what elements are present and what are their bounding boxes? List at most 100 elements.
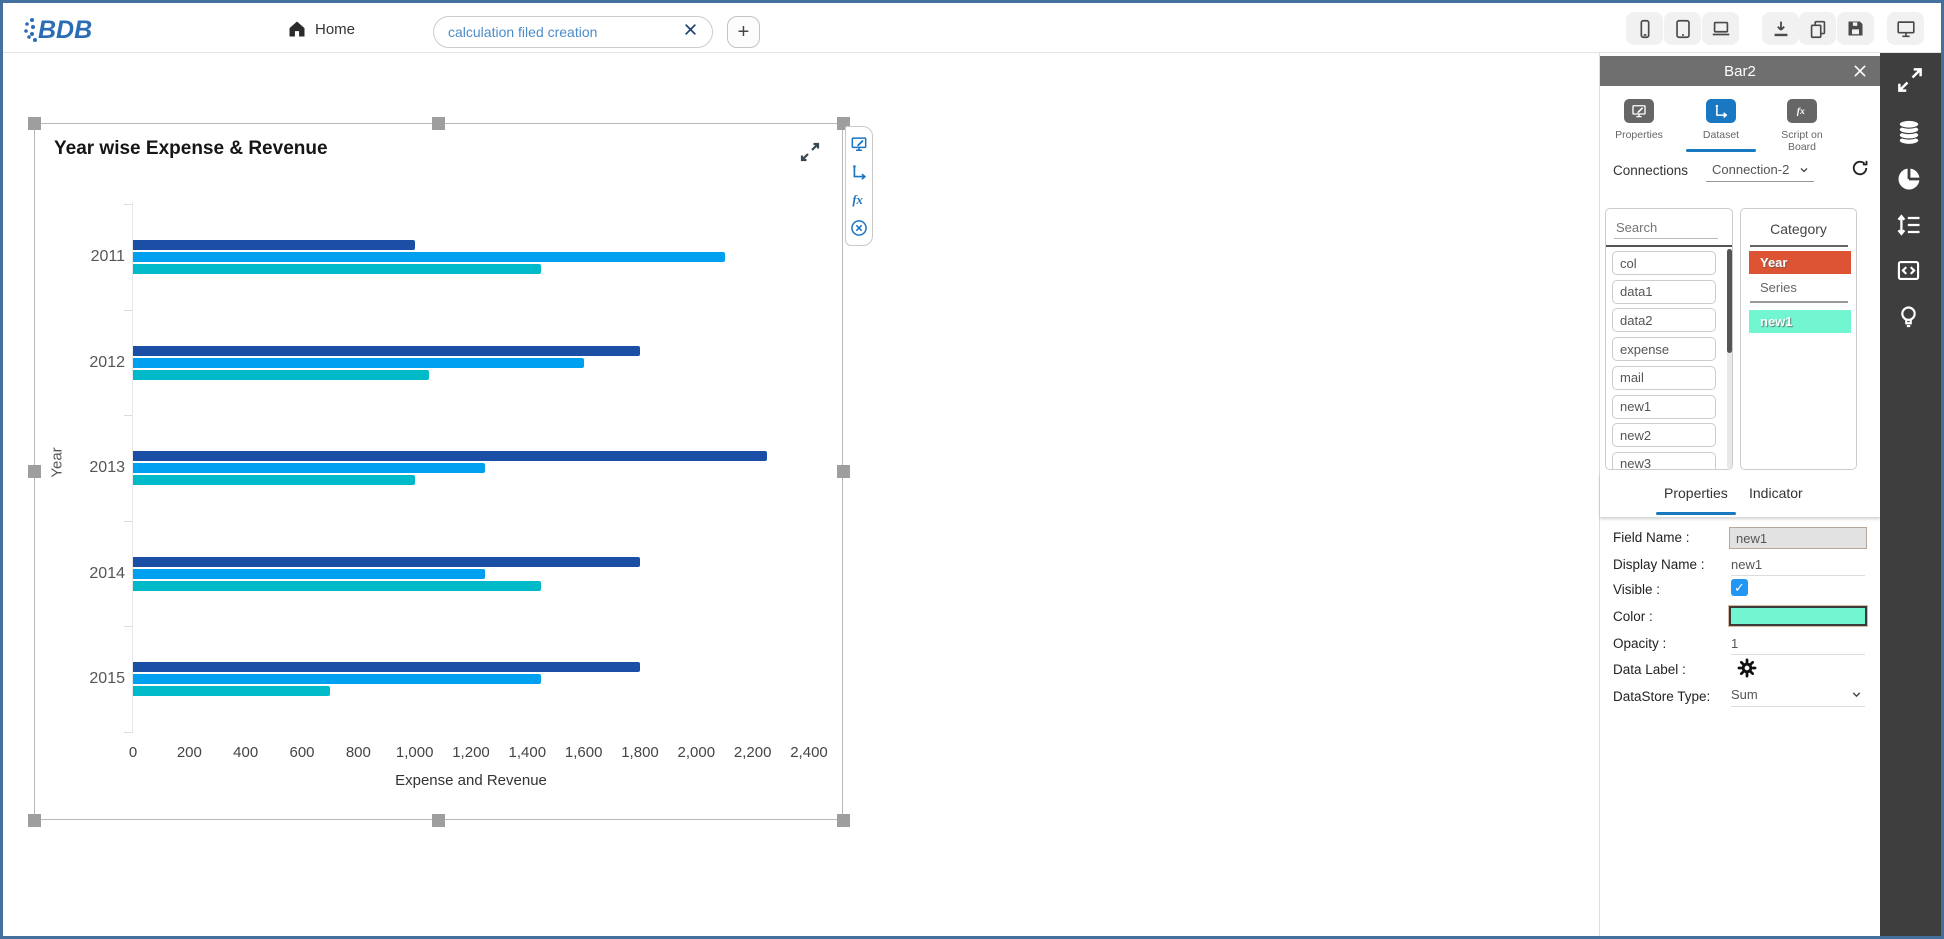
field-name-input[interactable]: new1: [1729, 527, 1867, 549]
new-tab-button[interactable]: +: [727, 16, 760, 48]
field-item-new3[interactable]: new3: [1612, 451, 1716, 469]
bar-series-light-blue-2012[interactable]: [133, 357, 584, 368]
resize-handle[interactable]: [837, 814, 850, 827]
dataset-tab-label: Dataset: [1702, 129, 1740, 141]
save-icon[interactable]: [1837, 12, 1874, 45]
panel-close-icon[interactable]: [1852, 63, 1870, 81]
resize-handle[interactable]: [432, 117, 445, 130]
expand-chart-icon[interactable]: [798, 140, 824, 166]
home-label[interactable]: Home: [315, 21, 355, 38]
y-tick-mark: [124, 309, 132, 311]
monitor-icon[interactable]: [1887, 12, 1924, 45]
dashboard-canvas: Year wise Expense & Revenue Year Expense…: [3, 53, 1599, 936]
resize-handle[interactable]: [28, 117, 41, 130]
resize-handle[interactable]: [28, 814, 41, 827]
bar-series-light-blue-2014[interactable]: [133, 568, 486, 579]
y-tick-label-2014: 2014: [89, 564, 125, 582]
chart-remove-icon[interactable]: [847, 215, 871, 240]
scrollbar: [1727, 249, 1732, 469]
field-item-expense[interactable]: expense: [1612, 337, 1716, 362]
field-item-col[interactable]: col: [1612, 251, 1716, 275]
display-name-label: Display Name :: [1613, 557, 1705, 572]
chart-title: Year wise Expense & Revenue: [54, 138, 328, 159]
subtab-properties[interactable]: Properties: [1664, 485, 1728, 501]
search-input[interactable]: [1614, 217, 1718, 239]
tablet-icon[interactable]: [1664, 12, 1701, 45]
chart-toolbar: fx: [845, 126, 873, 246]
datastore-type-select[interactable]: Sum: [1731, 687, 1865, 707]
datastore-type-label: DataStore Type:: [1613, 689, 1711, 704]
bar-series-dark-blue-2015[interactable]: [133, 662, 640, 672]
fields-box: col data1 data2 expense mail new1 new2 new3: [1605, 208, 1733, 470]
visible-checkbox[interactable]: ✓: [1731, 579, 1748, 596]
chart-script-icon[interactable]: fx: [847, 187, 871, 212]
bar-series-dark-blue-2014[interactable]: [133, 556, 640, 567]
resize-handle[interactable]: [837, 465, 850, 478]
home-icon[interactable]: [287, 19, 307, 44]
code-box-icon[interactable]: [1895, 257, 1925, 287]
series-chip[interactable]: new1: [1749, 310, 1851, 333]
resize-handle[interactable]: [432, 814, 445, 827]
download-icon[interactable]: [1762, 12, 1799, 45]
properties-tab-label: Properties: [1615, 129, 1663, 141]
line-spacing-icon[interactable]: [1895, 211, 1925, 241]
expand-arrows-icon[interactable]: [1895, 65, 1925, 95]
script-tab-label: Script on Board: [1781, 129, 1823, 153]
scrollbar-thumb[interactable]: [1727, 249, 1732, 353]
field-item-data2[interactable]: data2: [1612, 308, 1716, 333]
bar-series-dark-blue-2012[interactable]: [133, 345, 640, 356]
bar-series-light-blue-2013[interactable]: [133, 463, 486, 473]
y-tick-label-2012: 2012: [89, 353, 125, 371]
bar-series-teal-2011[interactable]: [133, 264, 542, 274]
pie-chart-icon[interactable]: [1895, 165, 1925, 195]
field-item-data1[interactable]: data1: [1612, 279, 1716, 304]
connection-select[interactable]: Connection-2: [1706, 160, 1814, 182]
bar-series-light-blue-2015[interactable]: [133, 674, 542, 684]
datastore-type-value: Sum: [1731, 687, 1758, 702]
field-item-new1[interactable]: new1: [1612, 394, 1716, 419]
refresh-icon[interactable]: [1850, 158, 1872, 180]
bar-series-teal-2013[interactable]: [133, 475, 415, 485]
laptop-icon[interactable]: [1702, 12, 1739, 45]
bar-series-dark-blue-2011[interactable]: [133, 240, 415, 250]
bdb-logo[interactable]: BDB: [23, 10, 99, 51]
bar-series-dark-blue-2013[interactable]: [133, 451, 767, 461]
tab-dataset[interactable]: Dataset: [1686, 99, 1756, 141]
field-name-label: Field Name :: [1613, 530, 1690, 545]
document-tab[interactable]: calculation filed creation: [433, 16, 713, 48]
data-label-settings-gear-icon[interactable]: [1736, 657, 1758, 679]
tab-properties[interactable]: Properties: [1604, 99, 1674, 141]
idea-bulb-icon[interactable]: [1895, 303, 1925, 333]
category-chip[interactable]: Year: [1749, 251, 1851, 274]
resize-handle[interactable]: [28, 465, 41, 478]
y-tick-mark: [124, 415, 132, 417]
chart-properties-icon[interactable]: [847, 131, 871, 156]
color-swatch[interactable]: [1728, 605, 1868, 627]
bar-series-light-blue-2011[interactable]: [133, 252, 725, 262]
y-tick-label-2015: 2015: [89, 670, 125, 687]
bar-chart-widget[interactable]: Year wise Expense & Revenue Year Expense…: [34, 123, 843, 820]
tab-script-on-board[interactable]: fx Script on Board: [1767, 99, 1837, 153]
bar-series-teal-2012[interactable]: [133, 369, 429, 380]
field-item-new2[interactable]: new2: [1612, 423, 1716, 448]
connections-label: Connections: [1613, 163, 1689, 178]
x-axis-title: Expense and Revenue: [395, 772, 547, 789]
close-tab-icon[interactable]: [683, 22, 698, 42]
smartphone-icon[interactable]: [1626, 12, 1663, 45]
x-tick-label-2,400: 2,400: [790, 744, 828, 761]
datastore-icon[interactable]: [1895, 118, 1925, 148]
bar-series-teal-2014[interactable]: [133, 580, 542, 591]
subtab-underline: [1656, 512, 1736, 515]
field-item-mail[interactable]: mail: [1612, 365, 1716, 390]
y-tick-mark: [124, 626, 132, 628]
opacity-input[interactable]: 1: [1731, 636, 1865, 655]
svg-text:fx: fx: [852, 193, 862, 207]
bar-series-teal-2015[interactable]: [133, 686, 331, 696]
copy-icon[interactable]: [1799, 12, 1836, 45]
component-panel: Bar2 Properties Dataset fx Script on Boa…: [1600, 53, 1880, 936]
subtab-indicator[interactable]: Indicator: [1749, 485, 1803, 501]
field-list: col data1 data2 expense mail new1 new2 new3: [1606, 245, 1732, 469]
dataset-tab-icon: [1706, 99, 1736, 123]
chart-dataset-icon[interactable]: [847, 159, 871, 184]
display-name-input[interactable]: new1: [1731, 557, 1865, 576]
